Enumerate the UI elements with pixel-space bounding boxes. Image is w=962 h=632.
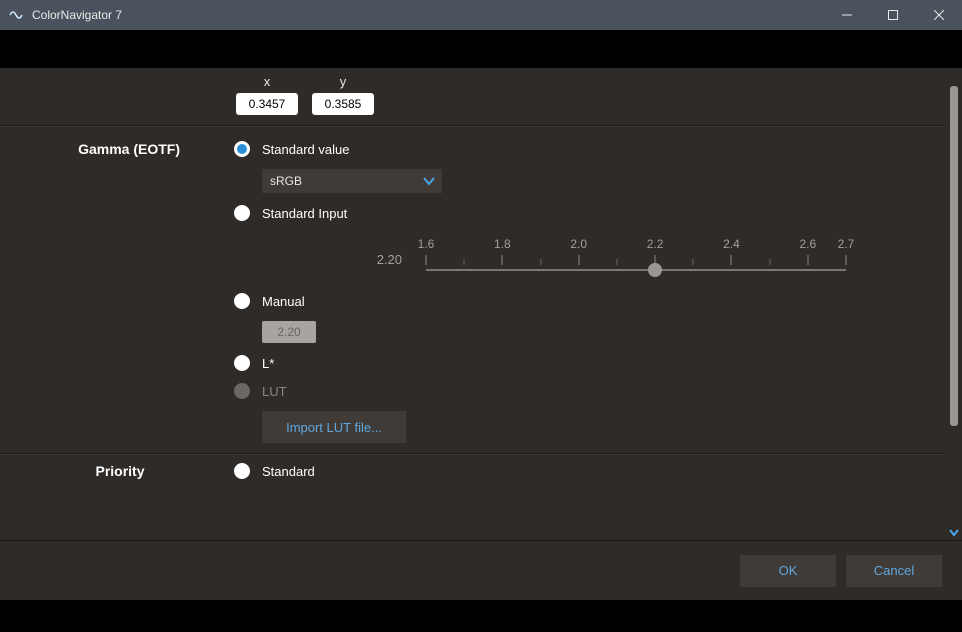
- slider-track: [426, 269, 846, 271]
- radio-standard-input[interactable]: Standard Input: [234, 205, 926, 221]
- scrollbar-thumb[interactable]: [950, 86, 958, 426]
- slider-tick: [807, 255, 808, 265]
- priority-section: Priority Standard: [0, 455, 946, 479]
- slider-tick-label: 2.7: [838, 237, 855, 251]
- radio-lstar[interactable]: L*: [234, 355, 926, 371]
- ok-button[interactable]: OK: [740, 555, 836, 587]
- maximize-button[interactable]: [870, 0, 916, 30]
- manual-value: 2.20: [277, 325, 300, 339]
- titlebar: ColorNavigator 7: [0, 0, 962, 30]
- slider-tick: [731, 255, 732, 265]
- scroll-area: x y Gamma (EOTF) Standard value: [0, 68, 962, 540]
- import-lut-button[interactable]: Import LUT file...: [262, 411, 406, 443]
- gamma-section-label: Gamma (EOTF): [20, 141, 220, 443]
- slider-tick: [502, 255, 503, 265]
- radio-icon: [234, 383, 250, 399]
- priority-section-label: Priority: [20, 463, 220, 479]
- vertical-scrollbar[interactable]: [948, 86, 960, 522]
- slider-tick-label: 2.4: [723, 237, 740, 251]
- slider-tick: [693, 259, 694, 265]
- radio-lut: LUT: [234, 383, 926, 399]
- white-point-xy-row: x y: [0, 68, 946, 115]
- radio-label: Standard Input: [262, 206, 347, 221]
- slider-tick: [616, 259, 617, 265]
- radio-standard-value[interactable]: Standard value: [234, 141, 926, 157]
- app-frame: x y Gamma (EOTF) Standard value: [0, 30, 962, 632]
- standard-value-combo[interactable]: sRGB: [262, 169, 442, 193]
- x-input[interactable]: [236, 93, 298, 115]
- slider-thumb[interactable]: [648, 263, 662, 277]
- slider-tick: [426, 255, 427, 265]
- radio-icon: [234, 205, 250, 221]
- x-label: x: [264, 74, 271, 89]
- radio-label: L*: [262, 356, 274, 371]
- slider-tick-label: 1.8: [494, 237, 511, 251]
- window-title: ColorNavigator 7: [32, 8, 122, 22]
- y-label: y: [340, 74, 347, 89]
- slider-tick-label: 2.6: [799, 237, 816, 251]
- dialog-footer: OK Cancel: [0, 540, 962, 600]
- y-input[interactable]: [312, 93, 374, 115]
- combo-value: sRGB: [270, 174, 302, 188]
- manual-value-box[interactable]: 2.20: [262, 321, 316, 343]
- radio-label: Manual: [262, 294, 305, 309]
- radio-icon: [234, 293, 250, 309]
- radio-label: Standard value: [262, 142, 349, 157]
- slider-tick: [578, 255, 579, 265]
- chevron-down-icon: [422, 174, 436, 191]
- slider-tick: [540, 259, 541, 265]
- radio-label: Standard: [262, 464, 315, 479]
- close-button[interactable]: [916, 0, 962, 30]
- slider-tick-label: 2.2: [647, 237, 664, 251]
- radio-label: LUT: [262, 384, 287, 399]
- gamma-slider[interactable]: 1.61.82.02.22.42.62.7: [426, 237, 846, 281]
- slider-tick: [464, 259, 465, 265]
- slider-tick-label: 1.6: [418, 237, 435, 251]
- slider-tick-label: 2.0: [570, 237, 587, 251]
- radio-icon: [234, 355, 250, 371]
- gamma-slider-block: 2.20 1.6 1.8 2.0 2.2 2.4 2.6 2.7: [262, 237, 926, 281]
- slider-tick: [769, 259, 770, 265]
- app-icon: [8, 7, 24, 23]
- slider-tick: [846, 255, 847, 265]
- radio-priority-standard[interactable]: Standard: [234, 463, 926, 479]
- radio-icon: [234, 141, 250, 157]
- gamma-section: Gamma (EOTF) Standard value sRGB: [0, 127, 946, 443]
- radio-manual[interactable]: Manual: [234, 293, 926, 309]
- cancel-button[interactable]: Cancel: [846, 555, 942, 587]
- minimize-button[interactable]: [824, 0, 870, 30]
- scroll-down-button[interactable]: [946, 524, 962, 540]
- radio-icon: [234, 463, 250, 479]
- gamma-slider-readout: 2.20: [338, 252, 402, 267]
